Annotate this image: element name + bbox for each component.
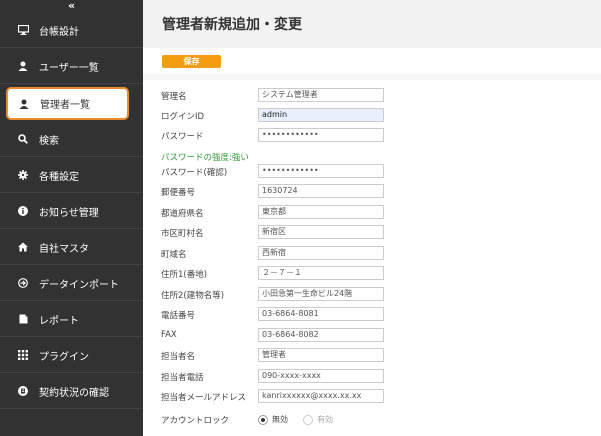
sidebar-item-label: 管理者一覧 [40, 100, 90, 111]
radio-label: 無効 [272, 415, 288, 424]
field-label: 担当者電話 [161, 373, 204, 383]
contract-icon [17, 385, 29, 397]
user-icon [17, 60, 29, 72]
sidebar-item-notice-management[interactable]: お知らせ管理 [0, 194, 143, 229]
field-label: 町域名 [161, 250, 187, 260]
address2-input[interactable]: 小田急第一生命ビル24階 [258, 287, 384, 301]
page-title: 管理者新規追加・変更 [162, 17, 302, 33]
field-label: FAX [161, 330, 177, 340]
search-icon [17, 133, 29, 145]
sidebar-item-report[interactable]: レポート [0, 302, 143, 337]
sidebar-item-user-list[interactable]: ユーザー一覧 [0, 49, 143, 84]
sidebar-item-company-master[interactable]: 自社マスタ [0, 230, 143, 265]
contact-phone-input[interactable]: 090-xxxx-xxxx [258, 369, 384, 383]
sidebar-item-search[interactable]: 検索 [0, 122, 143, 157]
field-label: 管理名 [161, 92, 187, 102]
login-id-input[interactable]: admin [258, 108, 384, 122]
field-label: 住所2(建物名等) [161, 291, 225, 301]
home-icon [17, 241, 29, 253]
admin-name-input[interactable]: システム管理者 [258, 88, 384, 102]
radio-dot [258, 414, 268, 425]
save-button[interactable]: 保存 [162, 55, 221, 68]
sidebar-item-label: 台帳設計 [39, 26, 79, 38]
collapse-sidebar-button[interactable]: « [0, 0, 143, 13]
sidebar-item-label: データインポート [39, 279, 119, 291]
contact-name-input[interactable]: 管理者 [258, 348, 384, 362]
sidebar-item-data-import[interactable]: データインポート [0, 266, 143, 301]
sidebar-item-settings[interactable]: 各種設定 [0, 158, 143, 193]
info-icon [17, 205, 29, 217]
document-icon [17, 313, 29, 325]
field-label: 担当者名 [161, 352, 196, 362]
sidebar-item-contract-status[interactable]: 契約状況の確認 [0, 374, 143, 409]
grid-icon [17, 349, 29, 361]
field-label: ログインID [161, 112, 205, 122]
account-lock-enabled-radio[interactable]: 有効 [303, 414, 333, 425]
account-lock-disabled-radio[interactable]: 無効 [258, 414, 288, 425]
import-icon [17, 277, 29, 289]
phone-input[interactable]: 03-6864-8081 [258, 307, 384, 321]
field-label: 住所1(番地) [161, 270, 208, 280]
sidebar-item-admin-list[interactable]: 管理者一覧 [6, 87, 129, 120]
prefecture-input[interactable]: 東京都 [258, 205, 384, 219]
field-label: アカウントロック [161, 416, 230, 426]
field-label: 担当者メールアドレス [161, 393, 247, 403]
toolbar: 保存 [143, 48, 601, 74]
sidebar: « 台帳設計 ユーザー一覧 管理者一覧 検索 各種設定 お知らせ管理 自社マスタ… [0, 0, 143, 436]
monitor-icon [17, 24, 29, 36]
gear-icon [17, 169, 29, 181]
city-input[interactable]: 新宿区 [258, 225, 384, 239]
sidebar-item-label: お知らせ管理 [39, 207, 99, 219]
field-label: パスワード(確認) [161, 168, 228, 178]
sidebar-item-ledger-design[interactable]: 台帳設計 [0, 13, 143, 48]
contact-email-input[interactable]: kanrixxxxxx@xxxx.xx.xx [258, 389, 384, 403]
radio-label: 有効 [317, 415, 333, 424]
sidebar-item-label: レポート [39, 315, 79, 327]
field-label: パスワード [161, 132, 204, 142]
user-icon [18, 98, 30, 110]
sidebar-item-plugin[interactable]: プラグイン [0, 338, 143, 373]
password-confirm-input[interactable]: •••••••••••• [258, 164, 384, 178]
admin-form: 管理名 システム管理者 ログインID admin パスワード •••••••••… [143, 80, 601, 436]
sidebar-item-label: 各種設定 [39, 171, 79, 183]
sidebar-item-label: プラグイン [39, 351, 89, 363]
town-input[interactable]: 西新宿 [258, 246, 384, 260]
password-input[interactable]: •••••••••••• [258, 128, 384, 142]
sidebar-item-label: 検索 [39, 135, 59, 147]
field-label: 郵便番号 [161, 188, 196, 198]
field-label: 電話番号 [161, 311, 196, 321]
radio-dot [303, 414, 313, 425]
page-header: 管理者新規追加・変更 [143, 0, 601, 48]
sidebar-item-label: 契約状況の確認 [39, 387, 109, 399]
fax-input[interactable]: 03-6864-8082 [258, 328, 384, 342]
field-label: 市区町村名 [161, 229, 204, 239]
postal-code-input[interactable]: 1630724 [258, 184, 384, 198]
password-strength: パスワードの強度:強い [161, 153, 249, 163]
main-content: 管理者新規追加・変更 保存 管理名 システム管理者 ログインID admin パ… [143, 0, 601, 436]
sidebar-item-label: 自社マスタ [39, 243, 89, 255]
field-label: 都道府県名 [161, 209, 204, 219]
sidebar-item-label: ユーザー一覧 [39, 62, 99, 74]
address1-input[interactable]: ２－７－１ [258, 266, 384, 280]
